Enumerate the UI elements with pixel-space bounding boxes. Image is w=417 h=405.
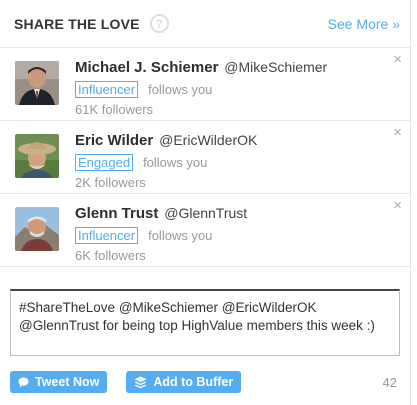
meta-line: Influencer follows you [75,226,386,244]
add-to-buffer-label: Add to Buffer [153,375,234,389]
status-badge: Influencer [75,226,139,244]
see-more-link[interactable]: See More » [328,16,400,32]
avatar[interactable] [15,134,59,178]
user-list: Michael J. Schiemer @MikeSchiemer Influe… [0,48,410,267]
user-info: Michael J. Schiemer @MikeSchiemer Influe… [75,58,386,117]
buffer-layers-icon [134,376,147,389]
status-badge: Influencer [75,80,139,98]
follower-count: 2K followers [75,175,146,190]
follower-count: 6K followers [75,248,146,263]
question-circle-icon[interactable]: ? [149,14,169,33]
user-handle[interactable]: @MikeSchiemer [224,59,327,75]
action-bar: Tweet Now Add to Buffer 42 [10,371,400,393]
user-handle[interactable]: @GlennTrust [164,205,247,221]
follows-you-label: follows you [143,154,208,170]
follows-you-label: follows you [148,81,213,97]
user-info: Glenn Trust @GlennTrust Influencer follo… [75,204,386,263]
avatar[interactable] [15,207,59,251]
tweet-now-label: Tweet Now [35,375,100,389]
meta-line: Influencer follows you [75,80,386,98]
meta-line: Engaged follows you [75,153,386,171]
user-name[interactable]: Glenn Trust [75,205,158,222]
name-line: Eric Wilder @EricWilderOK [75,131,386,150]
follows-you-label: follows you [148,227,213,243]
close-icon[interactable]: × [393,52,402,67]
character-counter: 42 [382,374,397,390]
status-badge: Engaged [75,153,134,171]
name-line: Glenn Trust @GlennTrust [75,204,386,223]
user-handle[interactable]: @EricWilderOK [159,132,257,148]
widget-header: SHARE THE LOVE ? See More » [0,0,410,48]
follower-count: 61K followers [75,102,154,117]
share-the-love-widget: SHARE THE LOVE ? See More » Michael J. S… [0,0,411,405]
list-item: Glenn Trust @GlennTrust Influencer follo… [0,194,410,267]
add-to-buffer-button[interactable]: Add to Buffer [126,371,242,393]
name-line: Michael J. Schiemer @MikeSchiemer [75,58,386,77]
tweet-now-button[interactable]: Tweet Now [10,371,108,393]
user-name[interactable]: Eric Wilder [75,132,153,149]
widget-title: SHARE THE LOVE [14,15,140,32]
user-info: Eric Wilder @EricWilderOK Engaged follow… [75,131,386,190]
close-icon[interactable]: × [393,125,402,140]
list-item: Eric Wilder @EricWilderOK Engaged follow… [0,121,410,194]
list-item: Michael J. Schiemer @MikeSchiemer Influe… [0,48,410,121]
tweet-composer[interactable]: #ShareTheLove @MikeSchiemer @EricWilderO… [10,289,400,356]
avatar[interactable] [15,61,59,105]
close-icon[interactable]: × [393,198,402,213]
user-name[interactable]: Michael J. Schiemer [75,59,218,76]
speech-bubble-icon [18,377,29,388]
